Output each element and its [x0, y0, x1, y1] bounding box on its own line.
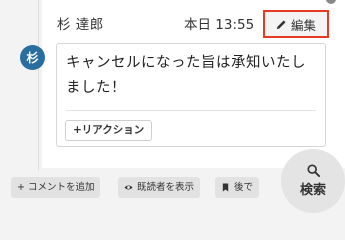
show-readers-label: 既読者を表示 — [137, 182, 195, 193]
divider — [66, 110, 316, 111]
add-reaction-button[interactable]: +リアクション — [65, 120, 153, 141]
edit-button[interactable]: 編集 — [263, 10, 329, 38]
message-timestamp: 本日 13:55 — [184, 17, 255, 33]
pencil-icon — [276, 19, 286, 29]
bookmark-icon — [222, 183, 229, 192]
show-readers-button[interactable]: 既読者を表示 — [118, 177, 201, 198]
avatar[interactable]: 杉 — [20, 45, 45, 70]
eye-icon — [124, 185, 133, 190]
partial-icon — [326, 0, 336, 4]
add-comment-label: + コメントを追加 — [17, 182, 95, 193]
search-label: 検索 — [299, 183, 326, 198]
message-author: 杉 達郎 — [57, 17, 104, 33]
message-text: キャンセルになった旨は承知いたしました！ — [66, 55, 306, 96]
thread-line — [38, 0, 39, 170]
message-bubble: キャンセルになった旨は承知いたしました！ +リアクション — [56, 43, 326, 147]
later-label: 後で — [234, 182, 254, 193]
search-icon — [306, 164, 320, 177]
search-button[interactable]: 検索 — [281, 149, 345, 213]
later-button[interactable]: 後で — [215, 177, 260, 198]
add-comment-button[interactable]: + コメントを追加 — [11, 177, 101, 198]
edit-button-label: 編集 — [290, 17, 316, 33]
